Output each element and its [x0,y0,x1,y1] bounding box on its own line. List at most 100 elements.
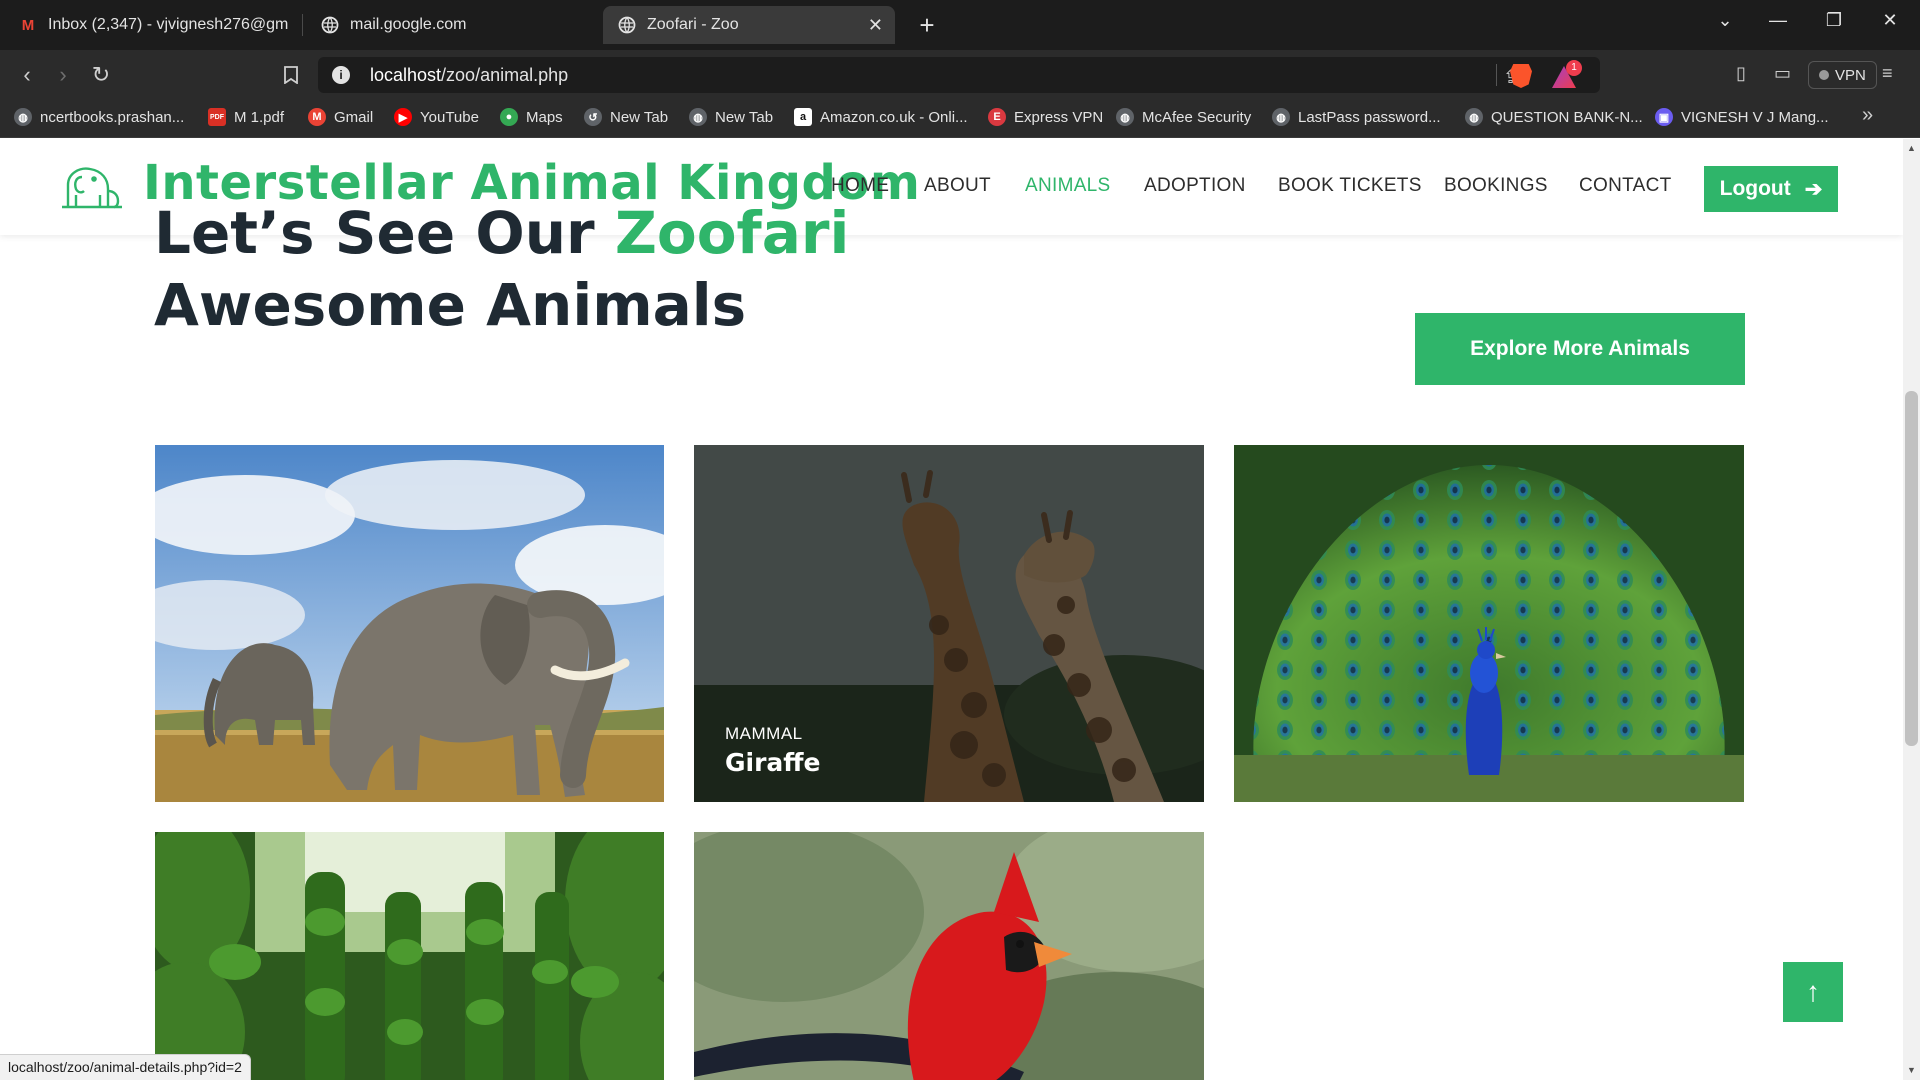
section-heading-line2: Awesome Animals [154,271,747,339]
amazon-icon: a [794,108,812,126]
sidebar-icon[interactable]: ▯ [1736,63,1746,84]
bookmark-label: YouTube [420,108,479,126]
globe-icon: ◍ [1465,108,1483,126]
animal-card-giraffe[interactable]: MAMMAL Giraffe [694,445,1204,802]
scroll-up-icon[interactable]: ▲ [1906,143,1917,153]
bookmark-item[interactable]: M Gmail [308,108,373,126]
bookmark-item[interactable]: PDF M 1.pdf [208,108,284,126]
heading-highlight: Zoofari [614,199,850,267]
rewards-badge: 1 [1566,60,1582,76]
bookmark-label: McAfee Security [1142,108,1252,126]
nav-link-adoption[interactable]: ADOPTION [1144,175,1246,197]
globe-icon: ◍ [14,108,32,126]
bookmark-label: QUESTION BANK-N... [1491,108,1643,126]
tab-separator [302,14,303,36]
bookmark-item[interactable]: a Amazon.co.uk - Onli... [794,108,968,126]
nav-link-contact[interactable]: CONTACT [1579,175,1672,197]
animal-card-peacock[interactable] [1234,445,1744,802]
bookmark-item[interactable]: ◍ New Tab [689,108,773,126]
app-icon: ▣ [1655,108,1673,126]
animal-category: MAMMAL [725,724,803,743]
gmail-icon: M [308,108,326,126]
close-tab-icon[interactable]: ✕ [868,15,883,36]
globe-icon: ◍ [1116,108,1134,126]
pdf-icon: PDF [208,108,226,126]
forward-icon[interactable]: › [50,62,76,88]
address-bar[interactable]: i localhost/zoo/animal.php ⇪ [318,57,1600,93]
elephant-photo [155,445,664,802]
history-icon: ↺ [584,108,602,126]
status-bar-url: localhost/zoo/animal-details.php?id=2 [0,1054,251,1080]
scrollbar-thumb[interactable] [1905,391,1918,746]
bookmark-item[interactable]: E Express VPN [988,108,1103,126]
scroll-down-icon[interactable]: ▼ [1906,1065,1917,1075]
tab-zoofari[interactable]: Zoofari - Zoo ✕ [603,6,895,44]
bookmark-item[interactable]: ◍ QUESTION BANK-N... [1465,108,1643,126]
nav-link-animals[interactable]: ANIMALS [1025,175,1111,197]
animal-card-elephant[interactable] [155,445,664,802]
logout-button[interactable]: Logout ➔ [1704,166,1838,212]
bookmark-item[interactable]: ↺ New Tab [584,108,668,126]
bookmarks-bar: ◍ ncertbooks.prashan... PDF M 1.pdf M Gmail ▶ Y… [0,100,1920,138]
youtube-icon: ▶ [394,108,412,126]
back-icon[interactable]: ‹ [14,62,40,88]
bookmark-label: LastPass password... [1298,108,1441,126]
wallet-icon[interactable]: ▭ [1774,63,1791,84]
section-heading-line1: Let’s See Our Zoofari [154,199,849,267]
globe-icon: ◍ [1272,108,1290,126]
expressvpn-icon: E [988,108,1006,126]
plant-photo [155,832,664,1080]
brave-shields-icon[interactable] [1510,64,1532,88]
tab-title: Zoofari - Zoo [647,16,739,33]
heading-text: Let’s See Our [154,199,595,267]
browser-tab-bar: M Inbox (2,347) - vjvignesh276@gmail mai… [0,0,1920,50]
bookmark-label: Maps [526,108,563,126]
tab-title: mail.google.com [350,16,467,33]
bookmark-item[interactable]: ▣ VIGNESH V J Mang... [1655,108,1829,126]
bookmark-label: VIGNESH V J Mang... [1681,108,1829,126]
bookmark-item[interactable]: ◍ McAfee Security [1116,108,1251,126]
page-scrollbar[interactable]: ▲ ▼ [1903,139,1920,1080]
page-viewport: Interstellar Animal Kingdom HOME ABOUT ANI… [0,139,1903,1080]
gmail-icon: M [21,16,35,34]
close-window-icon[interactable]: ✕ [1875,10,1905,31]
arrow-right-icon: ➔ [1804,177,1823,201]
tab-title: Inbox (2,347) - vjvignesh276@gmail [48,16,288,33]
bookmark-label: Gmail [334,108,374,126]
bookmark-icon[interactable] [278,62,304,88]
nav-link-bookings[interactable]: BOOKINGS [1444,175,1548,197]
animal-card-plant[interactable] [155,832,664,1080]
bookmark-label: New Tab [715,108,774,126]
arrow-up-icon: ↑ [1806,976,1820,1007]
animal-card-cardinal[interactable] [694,832,1204,1080]
explore-more-animals-button[interactable]: Explore More Animals [1415,313,1745,385]
animal-name: Giraffe [725,748,821,777]
nav-link-home[interactable]: HOME [831,175,889,197]
cardinal-photo [694,832,1204,1080]
tab-search-chevron-icon[interactable]: ⌄ [1710,10,1740,31]
menu-icon[interactable]: ≡ [1882,63,1893,84]
back-to-top-button[interactable]: ↑ [1783,962,1843,1022]
more-bookmarks-icon[interactable]: » [1862,104,1873,127]
nav-link-book-tickets[interactable]: BOOK TICKETS [1278,175,1422,197]
new-tab-icon[interactable]: + [912,10,942,41]
bookmark-item[interactable]: ◍ ncertbooks.prashan... [14,108,184,126]
elephant-logo-icon[interactable] [58,163,124,211]
tab-gmail-inbox[interactable]: M Inbox (2,347) - vjvignesh276@gmail [4,6,304,44]
reload-icon[interactable]: ↻ [88,62,114,88]
bookmark-item[interactable]: ◍ LastPass password... [1272,108,1441,126]
vpn-label: VPN [1835,66,1866,84]
vpn-button[interactable]: VPN [1808,61,1877,89]
tab-mail-google[interactable]: mail.google.com [306,6,596,44]
site-info-icon[interactable]: i [332,66,350,84]
peacock-photo [1234,445,1744,802]
nav-link-about[interactable]: ABOUT [924,175,991,197]
bookmark-label: ncertbooks.prashan... [40,108,185,126]
maps-pin-icon: ● [500,108,518,126]
browser-toolbar: ‹ › ↻ i localhost/zoo/animal.php ⇪ [0,50,1920,100]
divider [1496,64,1497,86]
bookmark-item[interactable]: ● Maps [500,108,563,126]
bookmark-item[interactable]: ▶ YouTube [394,108,479,126]
minimize-icon[interactable]: — [1763,10,1793,31]
restore-icon[interactable]: ❐ [1819,10,1849,31]
